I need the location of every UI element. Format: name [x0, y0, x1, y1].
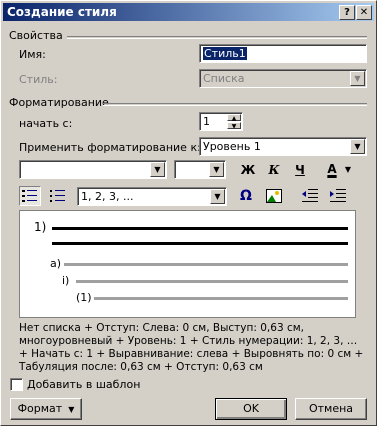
spin-down-icon[interactable]: ▼ [227, 122, 241, 130]
italic-button[interactable]: К [263, 160, 285, 180]
style-type-value: Списка [203, 72, 245, 85]
formatting-group-label: Форматирование [9, 96, 109, 109]
underline-button[interactable]: Ч [289, 160, 311, 180]
spin-up-icon[interactable]: ▲ [227, 114, 241, 122]
decrease-indent-icon[interactable] [299, 186, 321, 206]
numbering-style-select[interactable]: 1, 2, 3, ... ▼ [77, 187, 227, 206]
preview-level-4-label: (1) [76, 291, 92, 304]
start-at-spinner[interactable]: 1 ▲ ▼ [199, 112, 243, 131]
chevron-down-icon[interactable]: ▼ [350, 71, 365, 86]
format-button-label: Формат [17, 402, 63, 415]
chevron-down-icon[interactable]: ▼ [209, 162, 224, 177]
preview-level-2-line [64, 263, 348, 266]
chevron-down-icon[interactable]: ▼ [342, 160, 354, 180]
name-label: Имя: [19, 48, 46, 61]
preview-level-3-line [76, 280, 348, 283]
start-at-value: 1 [203, 115, 210, 128]
chevron-down-icon[interactable]: ▼ [350, 139, 365, 154]
preview-level-1-line [52, 227, 348, 230]
apply-to-select[interactable]: Уровень 1 ▼ [199, 137, 367, 156]
name-field[interactable]: Стиль1 [199, 44, 367, 63]
create-style-dialog: Создание стиля ? ✕ Свойства Имя: Стиль1 … [0, 0, 377, 426]
close-button[interactable]: ✕ [356, 5, 372, 20]
add-to-template-checkbox[interactable] [10, 378, 23, 391]
name-value: Стиль1 [203, 47, 247, 60]
title-bar: Создание стиля ? ✕ [3, 3, 374, 21]
numbering-style-value: 1, 2, 3, ... [81, 190, 134, 203]
format-button[interactable]: Формат ▼ [10, 398, 82, 420]
insert-symbol-button[interactable]: Ω [235, 186, 257, 206]
increase-indent-icon[interactable] [327, 186, 349, 206]
chevron-down-icon: ▼ [65, 405, 75, 414]
properties-divider [67, 36, 367, 39]
bold-button[interactable]: Ж [237, 160, 259, 180]
cancel-button[interactable]: Отмена [295, 398, 367, 420]
apply-to-label: Применить форматирование к: [19, 141, 201, 154]
style-description: Нет списка + Отступ: Слева: 0 см, Выступ… [19, 322, 364, 373]
dialog-title: Создание стиля [7, 5, 117, 19]
font-name-select[interactable]: ▼ [19, 160, 167, 179]
preview-level-4-line [94, 297, 348, 300]
preview-pane: 1) a) i) (1) [19, 210, 356, 318]
bulleted-list-icon[interactable] [47, 186, 69, 206]
preview-level-3-label: i) [62, 274, 70, 287]
properties-group-label: Свойства [9, 29, 63, 42]
preview-level-1-line-2 [52, 242, 348, 245]
add-to-template-label: Добавить в шаблон [27, 378, 141, 391]
start-at-label: начать с: [19, 117, 73, 130]
chevron-down-icon[interactable]: ▼ [210, 189, 225, 204]
ok-button[interactable]: OK [215, 398, 287, 420]
formatting-divider [103, 103, 367, 106]
font-color-button[interactable]: A [321, 159, 343, 179]
style-type-select[interactable]: Списка ▼ [199, 69, 367, 88]
style-label: Стиль: [19, 73, 58, 86]
preview-level-1-label: 1) [34, 220, 47, 234]
numbered-list-icon[interactable] [19, 186, 41, 206]
help-button[interactable]: ? [339, 5, 355, 20]
chevron-down-icon[interactable]: ▼ [150, 162, 165, 177]
font-size-select[interactable]: ▼ [174, 160, 226, 179]
insert-picture-icon[interactable] [263, 186, 285, 206]
apply-to-value: Уровень 1 [203, 140, 261, 153]
preview-level-2-label: a) [50, 257, 62, 270]
